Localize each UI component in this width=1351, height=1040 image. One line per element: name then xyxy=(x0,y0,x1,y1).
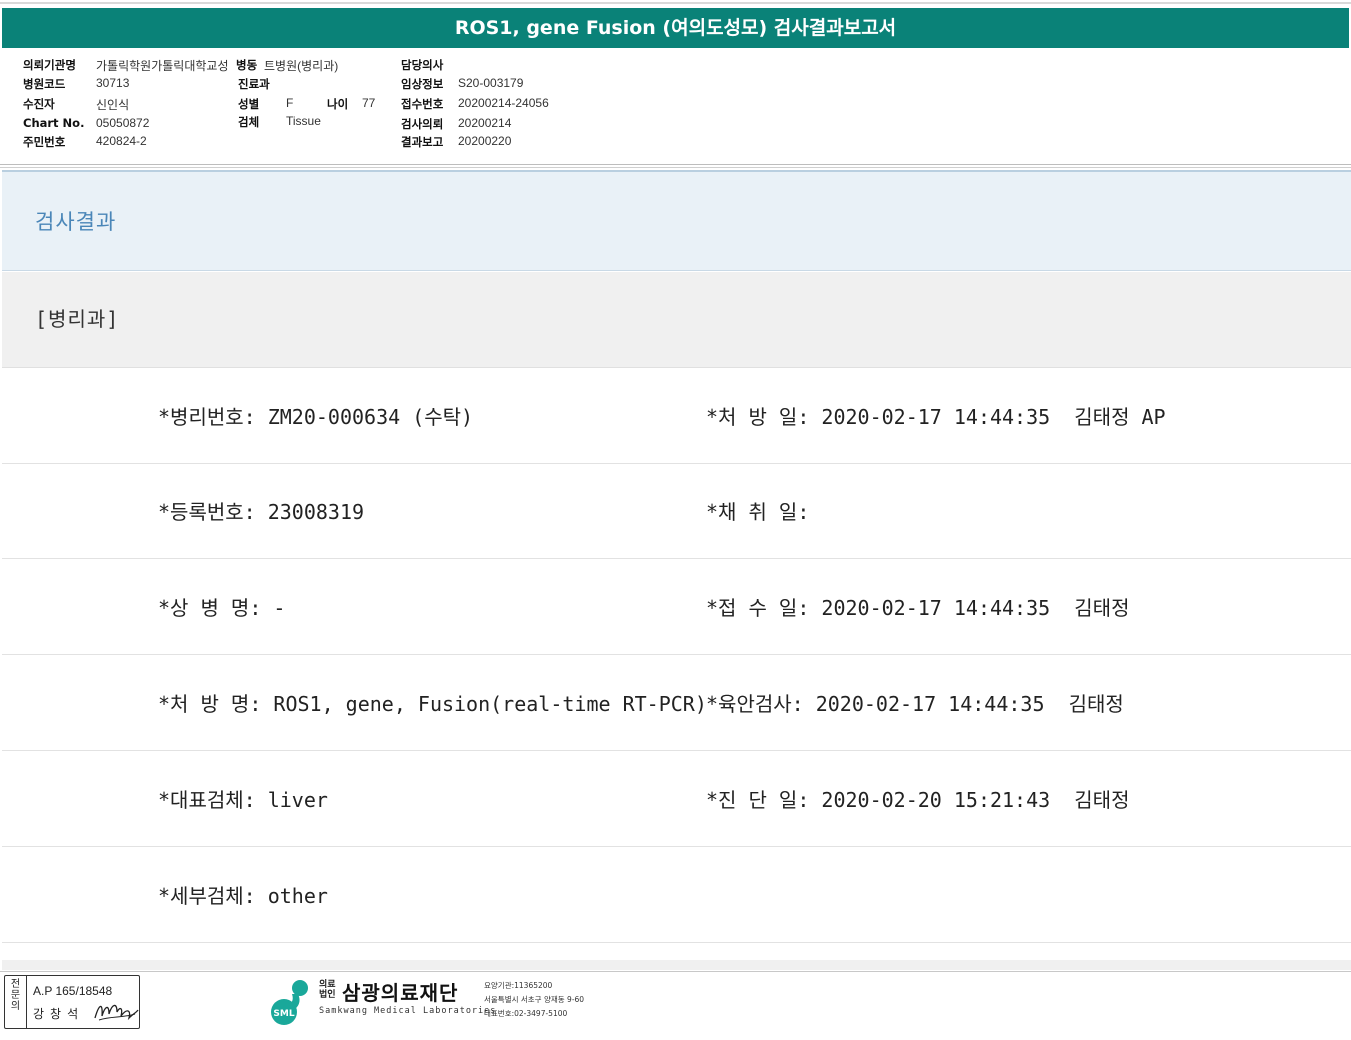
specimen-label: 검체 xyxy=(238,115,260,129)
stamp-ap-number: A.P 165/18548 xyxy=(33,984,113,998)
divider xyxy=(0,971,1351,972)
resident-no-label: 주민번호 xyxy=(23,135,66,149)
logo-corp-line: 법인 xyxy=(319,990,336,1000)
receipt-no-label: 접수번호 xyxy=(401,97,444,111)
stamp-char: 의 xyxy=(10,1001,21,1012)
logo-corp-label: 의료 법인 xyxy=(319,980,336,1000)
department-name: [병리과] xyxy=(35,307,120,331)
sex-value: F xyxy=(286,96,294,110)
institution-value: 가톨릭학원가톨릭대학교성 xyxy=(96,59,229,73)
specialist-stamp: 전 문 의 A.P 165/18548 강창석 xyxy=(4,975,140,1029)
sml-logo-icon: SML xyxy=(271,980,308,1025)
specimen-value: Tissue xyxy=(286,114,321,128)
report-date-label: 결과보고 xyxy=(401,135,444,149)
logo-address: 서울특별시 서초구 양재동 9-60 xyxy=(484,995,585,1004)
chart-no-label: Chart No. xyxy=(23,116,85,130)
logo-code: 요양기관:11365200 xyxy=(484,981,553,990)
logo-phone: 대표번호:02-3497-5100 xyxy=(484,1009,568,1018)
report-date-value: 20200220 xyxy=(458,134,512,148)
logo-name: 삼광의료재단 xyxy=(342,981,459,1005)
department-label: 진료과 xyxy=(238,77,270,91)
result-row: *상 병 명: - *접 수 일: 2020-02-17 14:44:35 김태… xyxy=(2,560,1351,655)
result-field-right: *처 방 일: 2020-02-17 14:44:35 김태정 AP xyxy=(706,405,1166,429)
ward-value: 트병원(병리과) xyxy=(264,59,339,73)
institution-label: 의뢰기관명 xyxy=(23,58,76,72)
patient-value: 신인식 xyxy=(96,98,130,112)
clinical-info-label: 임상정보 xyxy=(401,77,444,91)
result-row: *등록번호: 23008319 *채 취 일: xyxy=(2,464,1351,559)
result-row: *대표검체: liver *진 단 일: 2020-02-20 15:21:43… xyxy=(2,752,1351,847)
signature-icon xyxy=(94,1004,139,1021)
receipt-no-value: 20200214-24056 xyxy=(458,96,549,110)
stamp-char: 전 xyxy=(10,979,21,990)
results-heading: 검사결과 xyxy=(35,210,117,234)
divider xyxy=(0,164,1351,165)
age-label: 나이 xyxy=(327,97,349,111)
age-value: 77 xyxy=(362,96,376,110)
patient-info-section: 의뢰기관명 가톨릭학원가톨릭대학교성 병동 트병원(병리과) 담당의사 병원코드… xyxy=(0,0,1351,165)
result-field-left: *병리번호: ZM20-000634 (수탁) xyxy=(158,405,474,429)
patient-label: 수진자 xyxy=(23,97,55,111)
logo-english-name: Samkwang Medical Laboratories xyxy=(319,1006,497,1016)
logo-corp-line: 의료 xyxy=(319,980,336,990)
samkwang-logo: SML 의료 법인 삼광의료재단 Samkwang Medical Labora… xyxy=(268,976,598,1030)
clinical-info-value: S20-003179 xyxy=(458,76,524,90)
footer-band xyxy=(2,960,1351,970)
result-field-right: *진 단 일: 2020-02-20 15:21:43 김태정 xyxy=(706,788,1130,812)
result-field-left: *상 병 명: - xyxy=(158,596,286,620)
resident-no-value: 420824-2 xyxy=(96,134,147,148)
chart-no-value: 05050872 xyxy=(96,116,150,130)
result-row: *처 방 명: ROS1, gene, Fusion(real-time RT-… xyxy=(2,656,1351,751)
result-field-right: *채 취 일: xyxy=(706,500,810,524)
hospital-code-label: 병원코드 xyxy=(23,77,66,91)
stamp-char: 문 xyxy=(10,990,21,1001)
result-field-left: *세부검체: other xyxy=(158,884,328,908)
result-field-left: *등록번호: 23008319 xyxy=(158,500,365,524)
result-field-right: *접 수 일: 2020-02-17 14:44:35 김태정 xyxy=(706,596,1130,620)
result-row: *세부검체: other xyxy=(2,848,1351,943)
hospital-code-value: 30713 xyxy=(96,76,130,90)
request-date-value: 20200214 xyxy=(458,116,512,130)
ward-label: 병동 xyxy=(236,58,258,72)
stamp-vertical-label: 전 문 의 xyxy=(5,976,27,1028)
request-date-label: 검사의뢰 xyxy=(401,117,444,131)
stamp-doctor-name: 강창석 xyxy=(33,1007,85,1021)
result-field-right: *육안검사: 2020-02-17 14:44:35 김태정 xyxy=(706,692,1124,716)
divider xyxy=(0,167,1351,168)
result-field-left: *처 방 명: ROS1, gene, Fusion(real-time RT-… xyxy=(158,692,707,716)
attending-label: 담당의사 xyxy=(401,58,444,72)
sex-label: 성별 xyxy=(238,97,260,111)
logo-mark-text: SML xyxy=(273,1009,294,1019)
department-row: [병리과] xyxy=(2,272,1351,368)
result-row: *병리번호: ZM20-000634 (수탁) *처 방 일: 2020-02-… xyxy=(2,369,1351,464)
result-field-left: *대표검체: liver xyxy=(158,788,328,812)
results-heading-panel: 검사결과 xyxy=(2,170,1351,271)
